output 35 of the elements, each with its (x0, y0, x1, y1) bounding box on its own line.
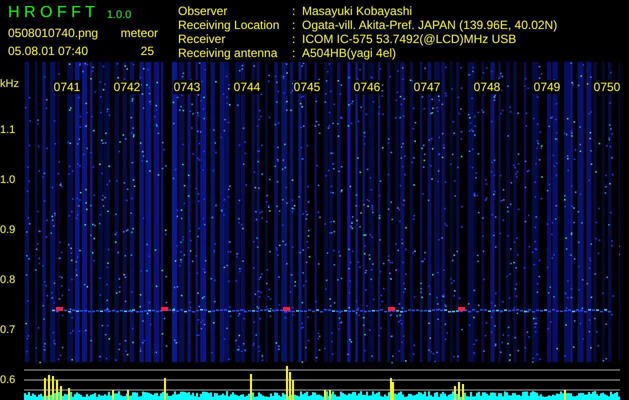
info-label: Observer (178, 4, 228, 18)
info-value: ICOM IC-575 53.7492(@LCD)MHz USB (302, 32, 516, 46)
time-label: 0744 (232, 80, 262, 94)
file-name: 0508010740.png (8, 26, 98, 40)
meteor-count: 25 (140, 44, 154, 58)
time-label: 0749 (532, 80, 562, 94)
info-separator: : (292, 4, 296, 18)
info-separator: : (292, 46, 296, 60)
info-separator: : (292, 18, 296, 32)
time-label: 0747 (412, 80, 442, 94)
app-title: H R O F F T (8, 4, 95, 22)
time-label: 0746 (352, 80, 382, 94)
axis-unit: kHz (0, 76, 19, 90)
version-label: 1.0.0 (106, 8, 132, 22)
info-label: Receiving Location (178, 18, 280, 32)
axis-label: 1.0 (0, 173, 16, 187)
time-label: 0741 (52, 80, 82, 94)
date-time: 05.08.01 07:40 (8, 44, 88, 58)
time-label: 0743 (172, 80, 202, 94)
axis-label: 0.8 (0, 273, 16, 287)
time-label: 0742 (112, 80, 142, 94)
info-value: Ogata-vill. Akita-Pref. JAPAN (139.96E, 40.02N) (302, 18, 558, 32)
time-label: 0745 (292, 80, 322, 94)
info-label: Receiver (178, 32, 226, 46)
axis-label: 1.1 (0, 123, 16, 137)
axis-label: 0.6 (0, 374, 16, 386)
time-label: 0750 (592, 80, 622, 94)
info-value: Masayuki Kobayashi (302, 4, 412, 18)
axis-label: 0.9 (0, 223, 16, 237)
info-separator: : (292, 32, 296, 46)
axis-label: 0.7 (0, 323, 16, 337)
counter-label: meteor (120, 26, 158, 40)
time-label: 0748 (472, 80, 502, 94)
info-label: Receiving antenna (178, 46, 278, 60)
info-value: A504HB(yagi 4el) (302, 46, 396, 60)
